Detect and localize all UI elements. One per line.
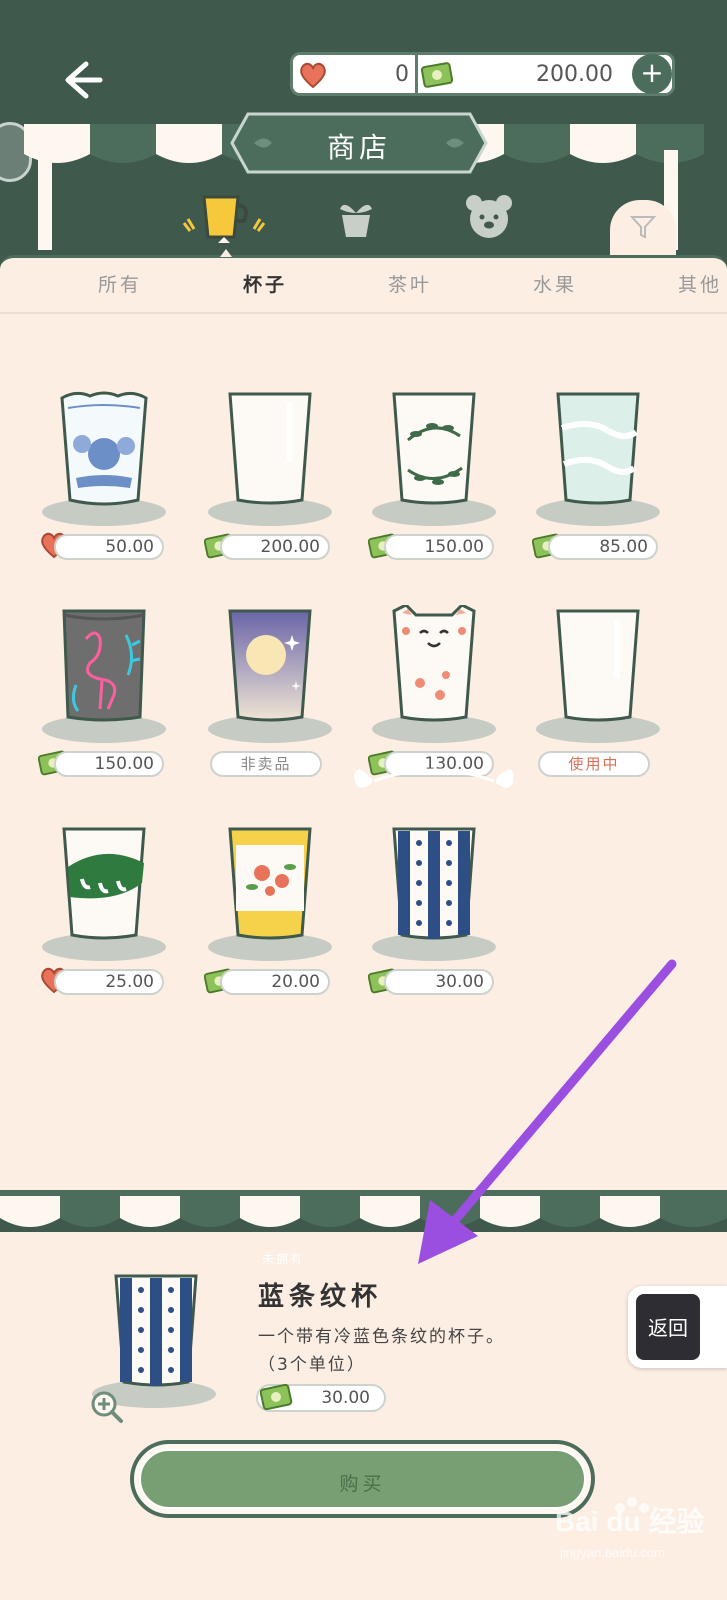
filter-button[interactable] <box>610 200 676 260</box>
cat-cup-icon <box>392 605 476 722</box>
item-price: 20.00 <box>220 969 330 995</box>
flamingo-cup-icon <box>62 609 146 722</box>
category-tabs: 所有 杯子 茶叶 水果 其他 <box>0 258 727 314</box>
hearts-value: 0 <box>395 62 409 87</box>
zoom-icon[interactable] <box>90 1390 124 1424</box>
cup-icon[interactable] <box>180 193 270 249</box>
return-label: 返回 <box>648 1316 688 1340</box>
shop-item-leaf-wreath-cup[interactable]: 150.00 <box>364 348 504 560</box>
shop-item-wave-cup[interactable]: 85.00 <box>528 348 668 560</box>
tab-cups[interactable]: 杯子 <box>243 270 287 297</box>
buy-button[interactable]: 购买 <box>130 1440 595 1518</box>
item-status: 使用中 <box>538 751 650 777</box>
watermark-brand: Bai du 经验 <box>555 1506 705 1537</box>
tab-pointer <box>220 249 232 257</box>
money-icon <box>421 62 454 88</box>
blue-stripe-cup-icon <box>392 827 476 940</box>
return-button[interactable]: 返回 <box>628 1286 727 1368</box>
item-price: 150.00 <box>54 751 164 777</box>
shop-item-flamingo-cup[interactable]: 150.00 <box>34 565 174 777</box>
default-cup-icon <box>556 609 640 722</box>
add-money-button[interactable]: + <box>632 54 672 94</box>
shop-item-blue-flower-cup[interactable]: 50.00 <box>34 348 174 560</box>
shop-item-yellow-flower-cup[interactable]: 20.00 <box>200 783 340 995</box>
blue-flower-cup-icon <box>60 391 148 506</box>
item-price: 50.00 <box>54 534 164 560</box>
annotation-arrow <box>418 959 677 1264</box>
shop-item-default-cup[interactable]: 使用中 <box>528 565 668 777</box>
item-price: 200.00 <box>220 534 330 560</box>
tab-all[interactable]: 所有 <box>98 270 142 297</box>
blue-stripe-cup-preview <box>114 1274 198 1387</box>
ownership-tag: 未拥有 <box>262 1252 305 1266</box>
selected-bow-icon <box>354 768 514 788</box>
divider <box>415 55 418 93</box>
tab-other[interactable]: 其他 <box>678 270 722 297</box>
item-units: （3个单位） <box>258 1355 366 1375</box>
money-value: 200.00 <box>536 62 613 87</box>
filter-icon <box>630 216 656 239</box>
shop-item-lily-cup[interactable]: 25.00 <box>34 783 174 995</box>
leaf-wreath-cup-icon <box>392 392 476 505</box>
tab-tea[interactable]: 茶叶 <box>388 270 432 297</box>
moon-cup-icon <box>228 609 312 722</box>
tab-fruit[interactable]: 水果 <box>533 270 577 297</box>
bear-icon[interactable] <box>464 193 514 241</box>
item-price: 150.00 <box>384 534 494 560</box>
item-name: 蓝条纹杯 <box>258 1282 383 1312</box>
currency-bar: 0 200.00 + <box>290 52 675 96</box>
item-description: 一个带有冷蓝色条纹的杯子。 <box>258 1327 505 1347</box>
watermark-url: jingyan.baidu.com <box>560 1545 665 1560</box>
buy-label: 购买 <box>339 1473 386 1495</box>
item-status: 非卖品 <box>210 751 322 777</box>
lily-cup-icon <box>62 827 146 940</box>
shop-item-cat-cup[interactable]: 130.00 <box>364 565 504 777</box>
back-arrow-icon[interactable] <box>58 56 106 104</box>
item-price: 85.00 <box>548 534 658 560</box>
page-title: 商店 <box>326 131 391 164</box>
yellow-flower-cup-icon <box>228 827 312 940</box>
plant-icon[interactable] <box>334 195 378 241</box>
plain-cup-icon <box>228 392 312 505</box>
money-icon <box>260 1383 293 1411</box>
wave-cup-icon <box>556 392 640 505</box>
shop-item-plain-cup[interactable]: 200.00 <box>200 348 340 560</box>
heart-icon <box>300 62 326 89</box>
item-price: 25.00 <box>54 969 164 995</box>
shop-item-moon-cup[interactable]: 非卖品 <box>200 565 340 777</box>
